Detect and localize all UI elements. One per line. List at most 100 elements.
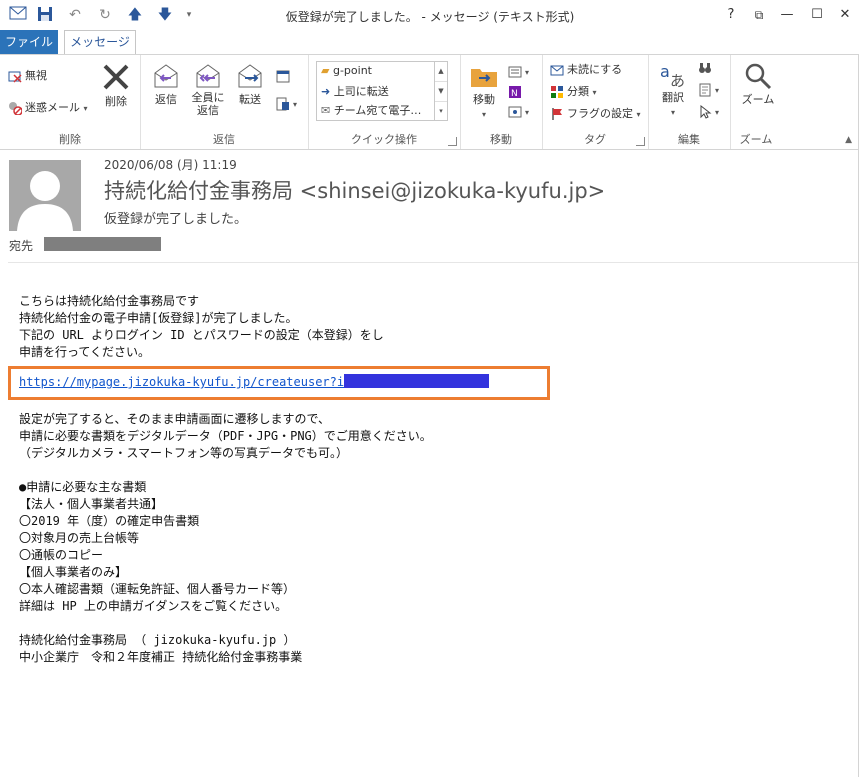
help-button[interactable]: ? <box>718 4 744 26</box>
recipient-redacted <box>44 237 161 251</box>
related-button[interactable]: ▾ <box>698 81 719 100</box>
window-border <box>858 54 859 777</box>
person-icon <box>17 171 73 231</box>
to-label: 宛先 <box>9 239 34 253</box>
related-icon <box>699 83 711 97</box>
message-subject: 仮登録が完了しました。 <box>104 212 248 227</box>
magnifier-icon <box>745 63 772 90</box>
body-line: 申請に必要な書類をデジタルデータ（PDF・JPG・PNG）でご用意ください。 <box>19 429 432 443</box>
expand-icon[interactable]: ▾ <box>435 102 447 121</box>
scroll-up-icon[interactable]: ▲ <box>435 62 447 82</box>
mail-icon: ✉ <box>321 104 331 117</box>
sender[interactable]: 持続化給付金事務局 <shinsei@jizokuka-kyufu.jp> <box>104 175 605 205</box>
zoom-button[interactable]: ズーム <box>736 61 780 107</box>
body-line: 〇対象月の売上台帳等 <box>19 531 140 545</box>
registration-link[interactable]: https://mypage.jizokuka-kyufu.jp/createu… <box>19 375 359 389</box>
link-id-redacted <box>344 374 489 388</box>
reply-all-button[interactable]: 全員に 返信 <box>188 61 228 117</box>
ribbon: 無視 迷惑メール ▾ 削除 削除 返信 全員に 返信 転送 ▾ 返信 ▰ g-p… <box>0 54 859 150</box>
quick-step-forward-boss[interactable]: ➜ 上司に転送 <box>321 83 389 99</box>
forward-button[interactable]: 転送 <box>230 61 270 107</box>
zoom-group-label: ズーム <box>739 133 773 146</box>
close-button[interactable]: ✕ <box>832 4 858 26</box>
dialog-launcher-icon[interactable] <box>448 137 457 146</box>
delete-group-label: 削除 <box>59 133 81 146</box>
body-line: 持続化給付金事務局 （ jizokuka-kyufu.jp ） <box>19 633 296 647</box>
junk-icon <box>9 102 22 115</box>
junk-button[interactable]: 迷惑メール ▾ <box>8 99 88 118</box>
body-line: 設定が完了すると、そのまま申請画面に遷移しますので、 <box>19 412 331 426</box>
binoculars-icon <box>699 63 711 73</box>
move-group: 移動 ▾ ▾ N ▾ 移動 <box>460 55 543 149</box>
meeting-icon <box>276 70 290 83</box>
actions-icon <box>508 106 522 118</box>
zoom-group: ズーム ズーム <box>730 55 782 149</box>
body-line: 詳細は HP 上の申請ガイダンスをご覧ください。 <box>19 599 288 613</box>
ignore-button[interactable]: 無視 <box>8 67 47 85</box>
body-line: 〇2019 年（度）の確定申告書類 <box>19 514 200 528</box>
scroll-down-icon[interactable]: ▼ <box>435 82 447 102</box>
actions-button[interactable]: ▾ <box>508 103 529 122</box>
tags-dialog-launcher-icon[interactable] <box>636 137 645 146</box>
more-respond-button[interactable]: ▾ <box>276 95 297 114</box>
body-line: 申請を行ってください。 <box>19 345 151 359</box>
quick-step-team-email[interactable]: ✉ チーム宛て電子… <box>321 102 421 118</box>
ignore-icon <box>8 71 22 83</box>
quick-steps-group-label: クイック操作 <box>351 133 417 146</box>
tags-group-label: タグ <box>584 133 606 146</box>
quick-steps-scroll[interactable]: ▲ ▼ ▾ <box>434 62 447 120</box>
body-line: ●申請に必要な主な書類 <box>19 480 147 494</box>
categorize-button[interactable]: 分類 ▾ <box>550 83 597 102</box>
collapse-ribbon-icon[interactable]: ▲ <box>845 135 852 145</box>
title-bar: ↶ ↻ 🡅 🡇 ▾ 仮登録が完了しました。 - メッセージ (テキスト形式) ?… <box>0 0 860 31</box>
body-line: 〇本人確認書類（運転免許証、個人番号カード等） <box>19 582 296 596</box>
body-line: 【法人・個人事業者共通】 <box>19 497 164 511</box>
editing-group: aあ 翻訳 ▾ ▾ ▾ 編集 <box>648 55 731 149</box>
delete-button[interactable]: 削除 <box>96 61 136 109</box>
cursor-icon <box>700 105 712 119</box>
avatar <box>9 160 81 231</box>
header-divider <box>8 262 858 263</box>
move-group-label: 移動 <box>490 133 512 146</box>
follow-up-button[interactable]: フラグの設定 ▾ <box>550 105 641 124</box>
sent-date: 2020/06/08 (月) 11:19 <box>104 158 237 172</box>
body-line: 〇通帳のコピー <box>19 548 104 562</box>
svg-text:a: a <box>660 62 670 81</box>
meeting-button[interactable] <box>276 67 293 85</box>
onenote-button[interactable]: N <box>508 83 525 101</box>
tab-file[interactable]: ファイル <box>0 30 58 54</box>
body-line: 【個人事業者のみ】 <box>19 565 128 579</box>
ribbon-tabs: ファイル メッセージ <box>0 30 860 54</box>
rules-icon <box>508 66 522 78</box>
find-button[interactable] <box>698 59 715 77</box>
ribbon-display-options-icon[interactable]: ⧉ <box>746 4 772 26</box>
body-line: 下記の URL よりログイン ID とパスワードの設定（本登録）をし <box>19 328 384 342</box>
onenote-icon: N <box>509 86 521 99</box>
minimize-button[interactable]: — <box>774 4 800 26</box>
delete-group: 無視 迷惑メール ▾ 削除 削除 <box>0 55 141 149</box>
quick-step-g-point[interactable]: ▰ g-point <box>321 64 372 77</box>
mark-unread-button[interactable]: 未読にする <box>550 61 622 79</box>
tags-group: 未読にする 分類 ▾ フラグの設定 ▾ タグ <box>542 55 649 149</box>
maximize-button[interactable]: ☐ <box>804 4 830 26</box>
reply-all-icon <box>196 64 220 88</box>
delete-icon <box>103 64 129 90</box>
body-line: 持続化給付金の電子申請[仮登録]が完了しました。 <box>19 311 298 325</box>
translate-button[interactable]: aあ 翻訳 ▾ <box>654 59 692 118</box>
move-button[interactable]: 移動 ▾ <box>466 61 502 120</box>
body-line: 中小企業庁 令和２年度補正 持続化給付金事務事業 <box>19 650 303 664</box>
svg-text:あ: あ <box>670 72 685 89</box>
body-line: こちらは持続化給付金事務局です <box>19 294 200 308</box>
respond-group: 返信 全員に 返信 転送 ▾ 返信 <box>140 55 309 149</box>
rules-button[interactable]: ▾ <box>508 63 529 82</box>
quick-steps-gallery: ▰ g-point ➜ 上司に転送 ✉ チーム宛て電子… ▲ ▼ ▾ <box>316 61 448 121</box>
categorize-icon <box>551 86 563 98</box>
respond-group-label: 返信 <box>213 133 235 146</box>
editing-group-label: 編集 <box>678 133 700 146</box>
forward-arrow-icon: ➜ <box>321 85 331 98</box>
folder-icon: ▰ <box>321 64 330 77</box>
reply-button[interactable]: 返信 <box>146 61 186 107</box>
tab-message[interactable]: メッセージ <box>64 30 136 54</box>
move-folder-icon <box>471 69 497 87</box>
select-button[interactable]: ▾ <box>698 103 719 122</box>
